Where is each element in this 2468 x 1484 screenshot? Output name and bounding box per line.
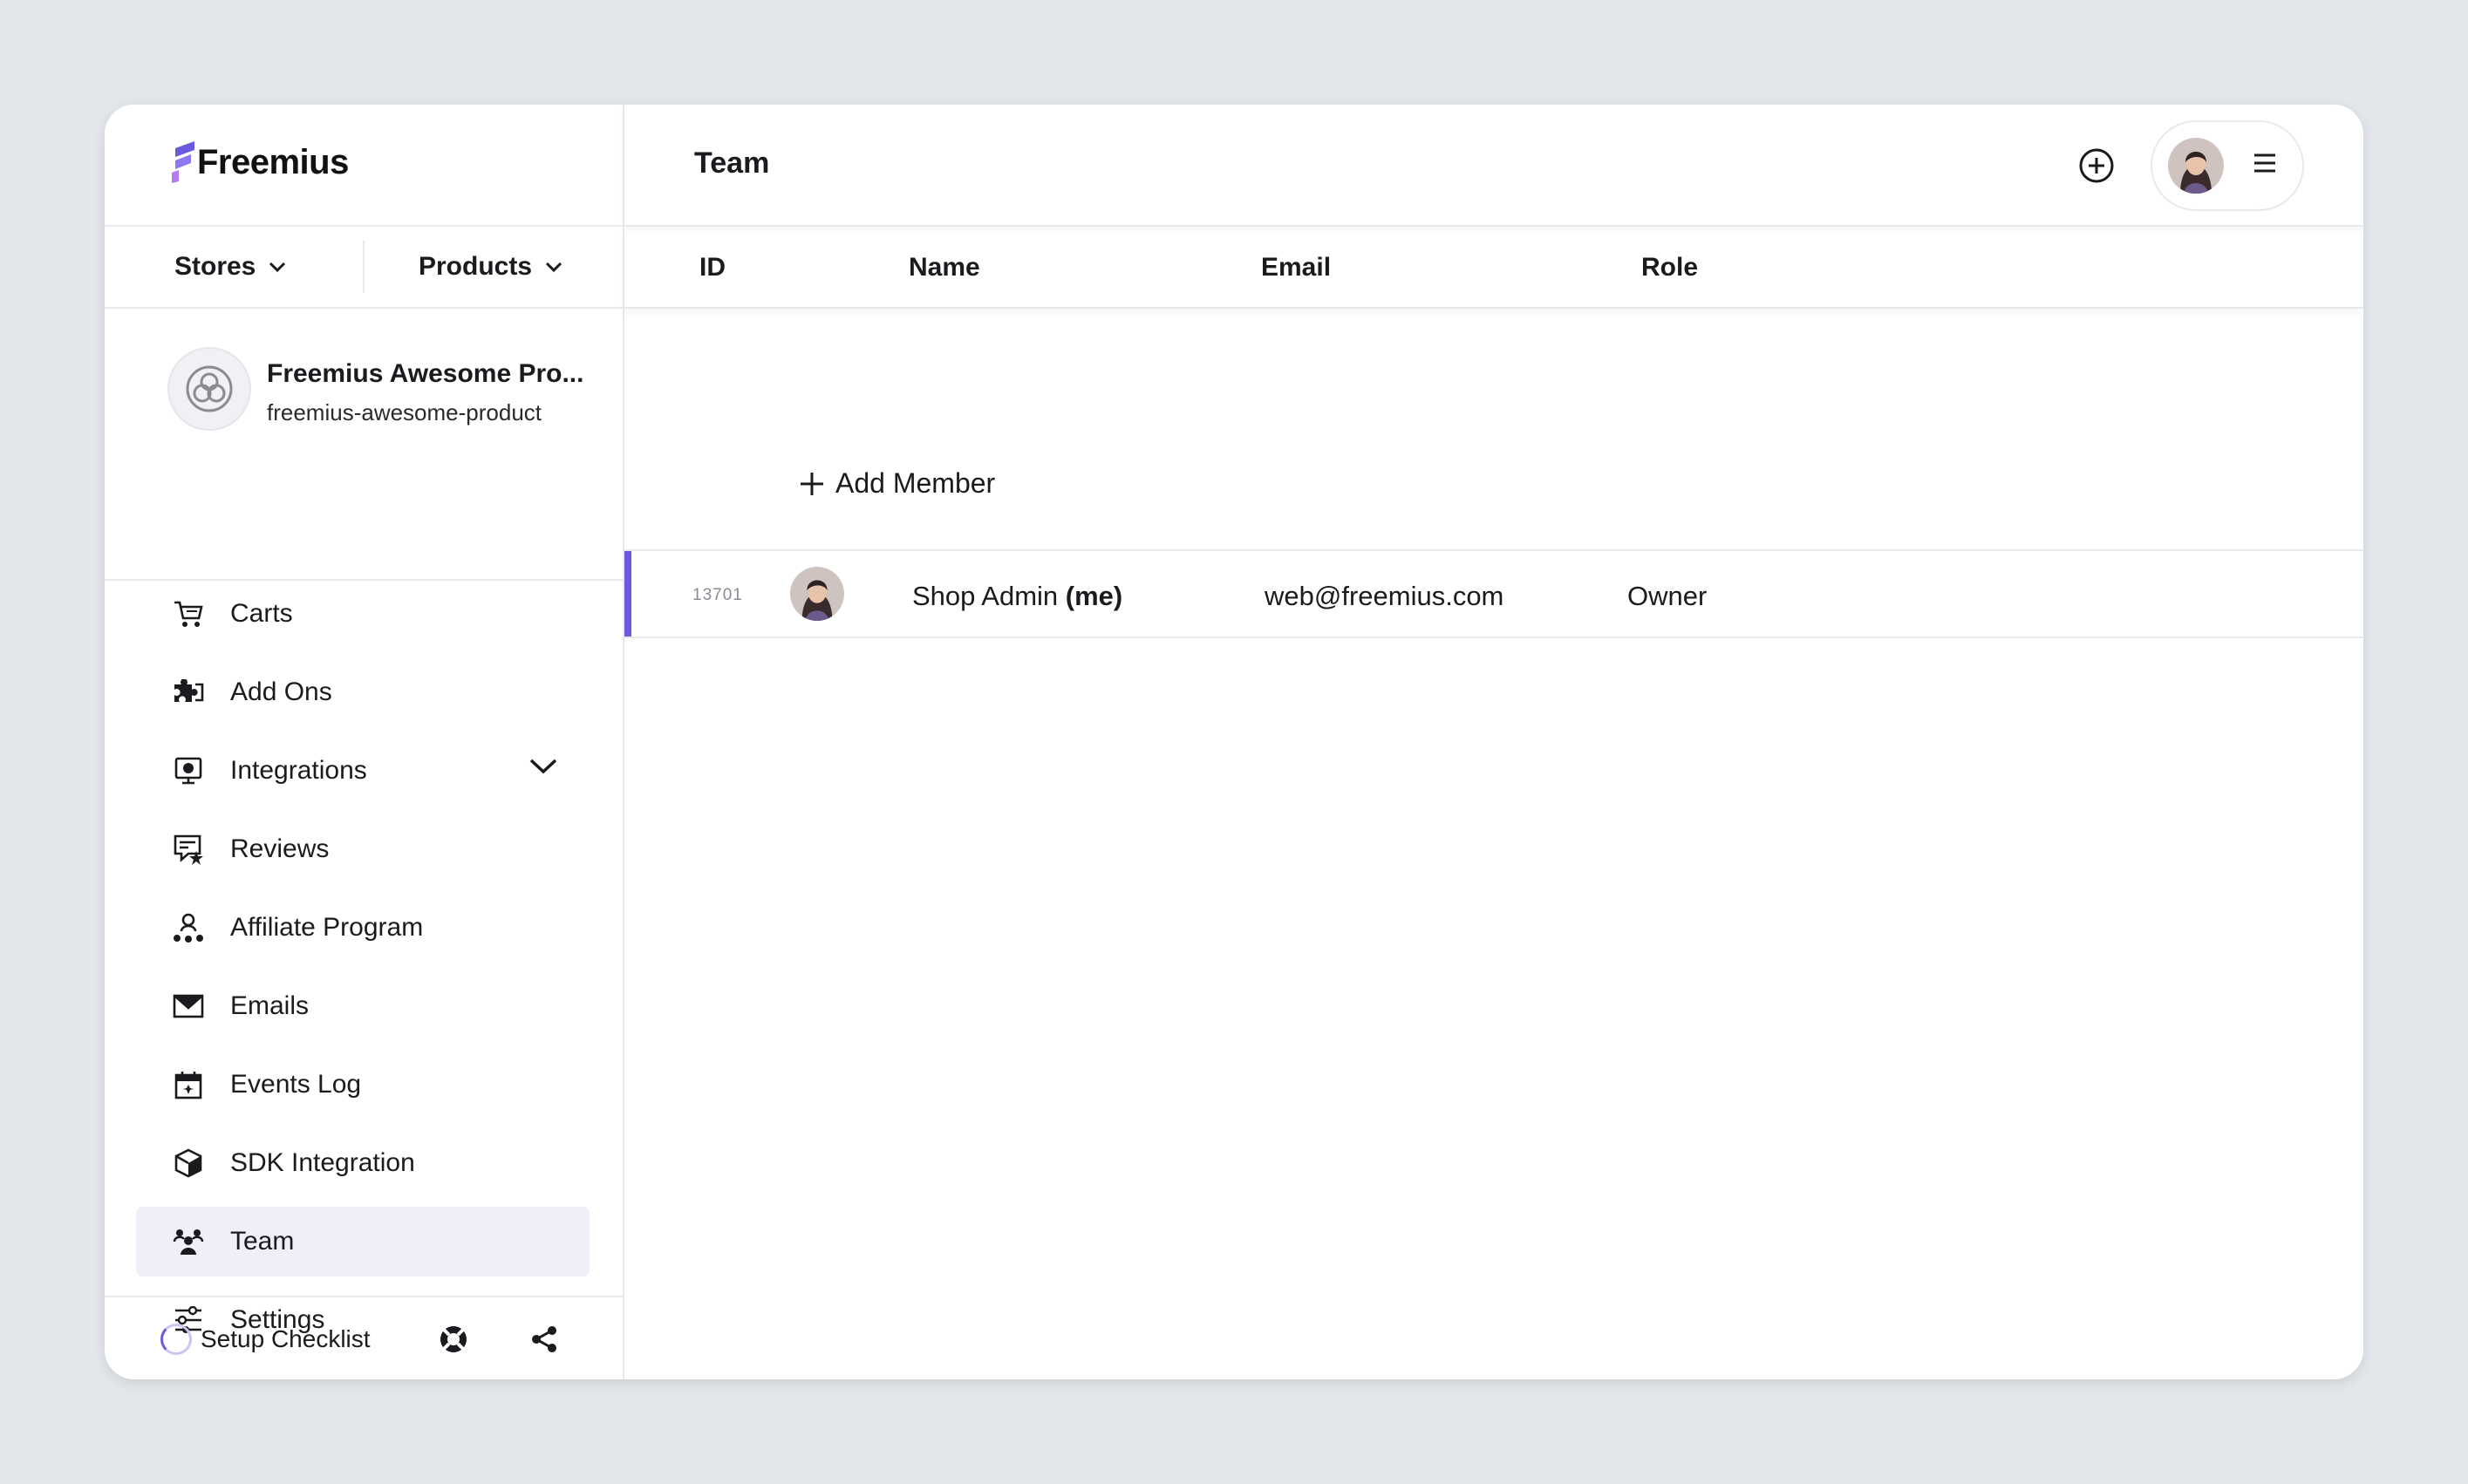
puzzle-icon: [171, 675, 206, 710]
sidebar-item-carts[interactable]: Carts: [136, 579, 590, 649]
main-content: Team ID Name Email Role Add Member 13701: [624, 105, 2363, 1379]
sidebar-item-emails[interactable]: Emails: [136, 971, 590, 1041]
chevron-down-icon: [545, 262, 562, 273]
table-header: ID Name Email Role: [624, 227, 2363, 309]
chevron-down-icon: [269, 262, 286, 273]
products-dropdown[interactable]: Products: [419, 227, 563, 307]
sidebar-item-affiliate-program[interactable]: Affiliate Program: [136, 893, 590, 963]
member-role: Owner: [1627, 581, 1708, 611]
column-header-role[interactable]: Role: [1641, 253, 1698, 283]
member-id: 13701: [692, 586, 743, 604]
plus-icon: [801, 472, 823, 495]
sidebar-item-add-ons[interactable]: Add Ons: [136, 657, 590, 727]
share-icon[interactable]: [527, 1322, 562, 1357]
setup-checklist-label: Setup Checklist: [201, 1325, 371, 1352]
integrations-icon: [171, 753, 206, 788]
sidebar-item-label: Emails: [230, 991, 310, 1020]
app-window: Freemius Stores Products Freemius Awesom…: [105, 105, 2363, 1379]
sidebar-item-label: SDK Integration: [230, 1148, 415, 1177]
sidebar-item-team[interactable]: Team: [136, 1207, 590, 1276]
progress-spinner-icon: [160, 1324, 192, 1355]
sidebar-item-events-log[interactable]: Events Log: [136, 1050, 590, 1120]
sidebar-item-label: Carts: [230, 599, 293, 628]
brand-header: Freemius: [105, 105, 624, 227]
calendar-icon: [171, 1067, 206, 1102]
sidebar-nav: Carts Add Ons Integrations Reviews Affil…: [136, 579, 590, 1364]
page-title: Team: [694, 146, 770, 180]
cube-icon: [171, 1146, 206, 1181]
divider: [363, 241, 365, 293]
stores-label: Stores: [174, 252, 256, 281]
sidebar-item-label: Reviews: [230, 834, 330, 863]
avatar: [790, 567, 844, 621]
member-name-text: Shop Admin: [912, 581, 1059, 611]
sidebar-item-label: Affiliate Program: [230, 913, 424, 942]
envelope-icon: [171, 989, 206, 1024]
avatar: [2168, 138, 2224, 194]
brand-name[interactable]: Freemius: [197, 143, 349, 182]
member-name: Shop Admin (me): [912, 581, 1122, 612]
sidebar-item-label: Team: [230, 1227, 295, 1256]
product-logo-icon: [167, 347, 251, 431]
sidebar: Freemius Stores Products Freemius Awesom…: [105, 105, 624, 1379]
row-selected-indicator: [624, 551, 631, 636]
column-header-name[interactable]: Name: [909, 253, 980, 283]
product-name: Freemius Awesome Pro...: [267, 359, 584, 388]
product-card[interactable]: Freemius Awesome Pro... freemius-awesome…: [105, 309, 624, 581]
plus-circle-icon[interactable]: [2077, 146, 2116, 185]
me-badge: (me): [1065, 581, 1123, 611]
freemius-logo-icon[interactable]: [170, 141, 196, 183]
sidebar-footer: Setup Checklist: [105, 1296, 624, 1379]
chevron-down-icon[interactable]: [528, 757, 558, 776]
products-label: Products: [419, 252, 533, 281]
setup-checklist-button[interactable]: Setup Checklist: [160, 1324, 371, 1355]
column-header-email[interactable]: Email: [1261, 253, 1331, 283]
lifebuoy-icon[interactable]: [436, 1322, 471, 1357]
sidebar-item-reviews[interactable]: Reviews: [136, 814, 590, 884]
member-email: web@freemius.com: [1265, 581, 1504, 611]
table-row[interactable]: 13701 Shop Admin (me) web@freemius.com O…: [624, 551, 2363, 638]
add-member-button[interactable]: Add Member: [799, 467, 995, 500]
product-slug: freemius-awesome-product: [267, 399, 542, 425]
sidebar-item-label: Events Log: [230, 1070, 362, 1099]
sidebar-item-integrations[interactable]: Integrations: [136, 736, 590, 806]
sidebar-item-sdk-integration[interactable]: SDK Integration: [136, 1128, 590, 1198]
add-member-label: Add Member: [835, 467, 996, 499]
affiliate-icon: [171, 910, 206, 945]
user-menu-button[interactable]: [2151, 120, 2304, 211]
topbar: Team: [624, 105, 2363, 227]
add-member-row: [624, 309, 2363, 551]
sidebar-item-label: Add Ons: [230, 677, 332, 706]
column-header-id[interactable]: ID: [699, 253, 726, 283]
reviews-icon: [171, 832, 206, 867]
store-product-switcher: Stores Products: [105, 227, 624, 309]
hamburger-icon: [2254, 153, 2275, 173]
cart-icon: [171, 596, 206, 631]
stores-dropdown[interactable]: Stores: [174, 227, 287, 307]
sidebar-item-label: Integrations: [230, 756, 367, 785]
team-icon: [171, 1224, 206, 1259]
